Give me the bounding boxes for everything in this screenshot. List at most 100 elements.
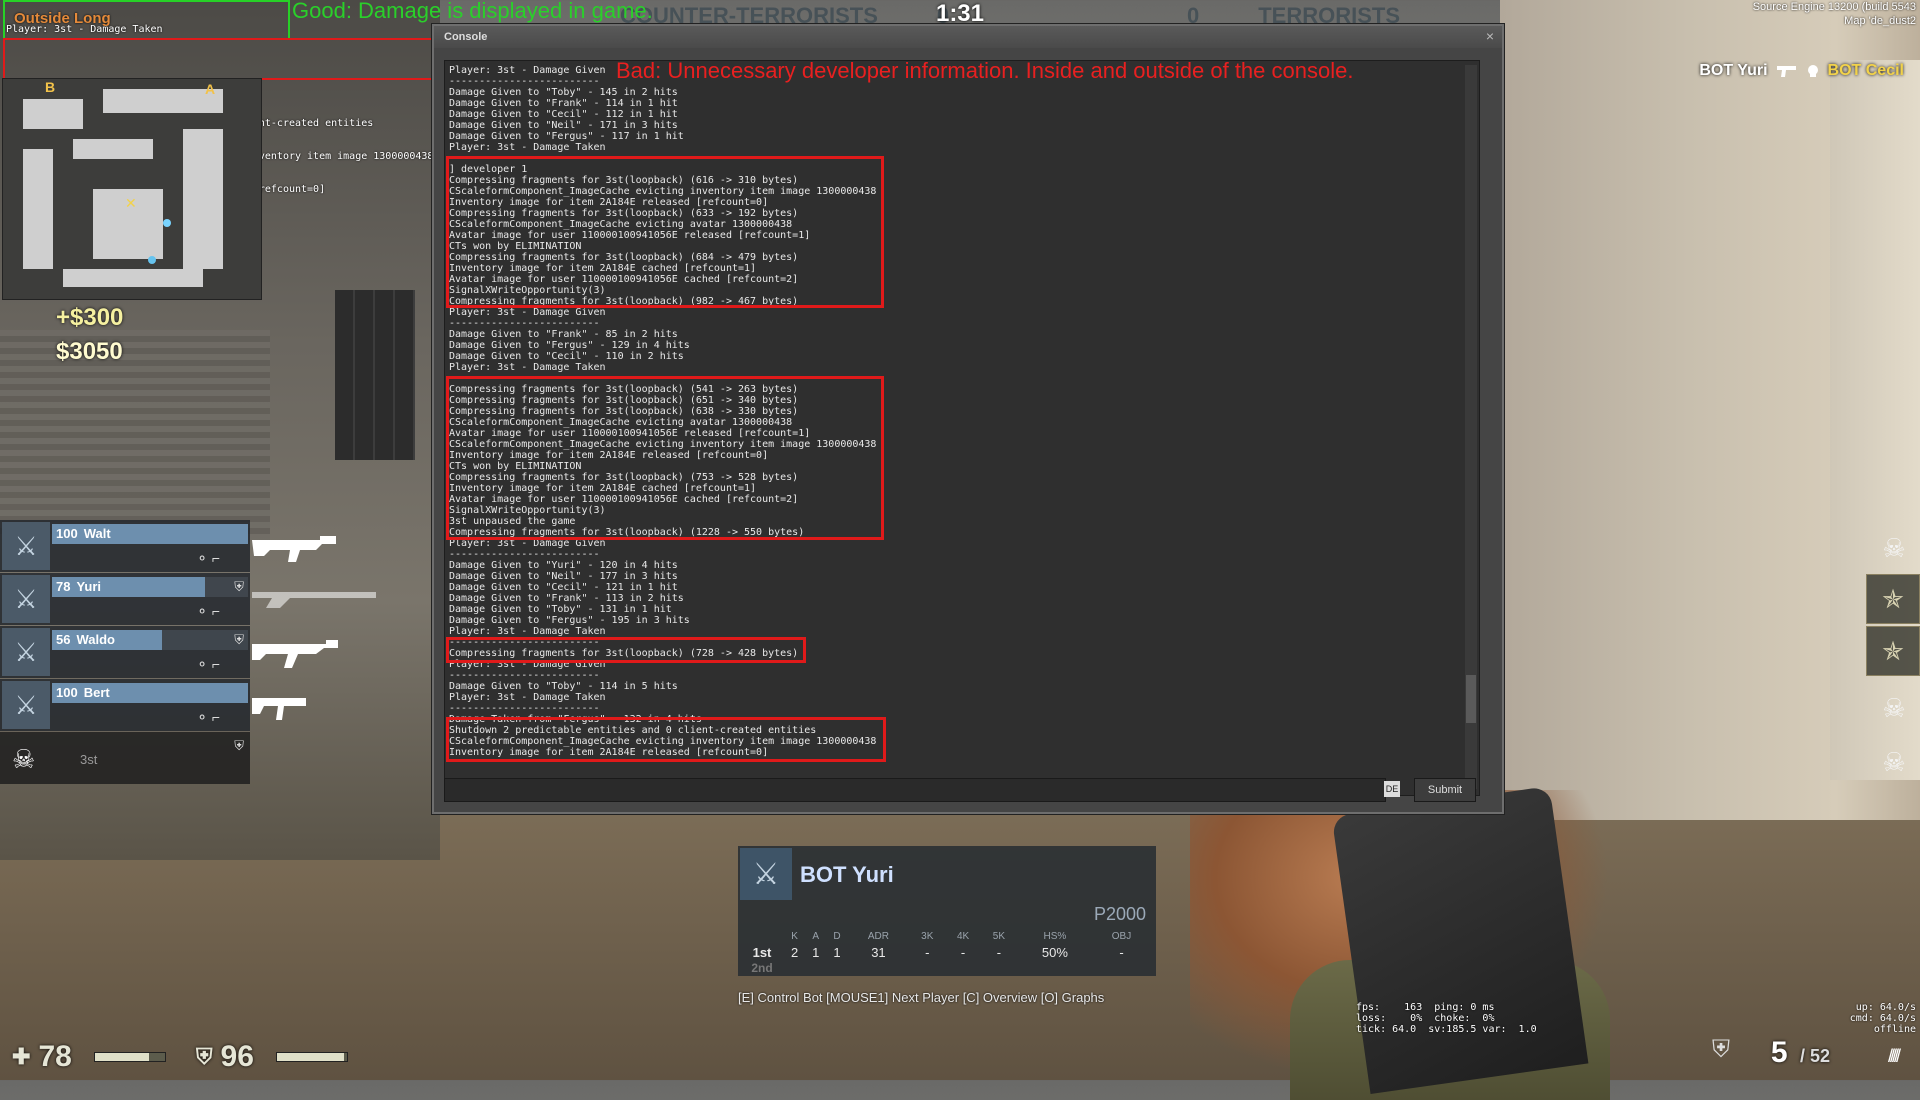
console-line: Damage Given to "Frank" - 113 in 2 hits (449, 593, 684, 604)
ammo-reserve: / 52 (1799, 1046, 1830, 1066)
engine-info: Source Engine 13200 (build 5543 Map 'de_… (1753, 0, 1916, 28)
stat-header: K (791, 930, 798, 942)
health-bar-fill (94, 1053, 150, 1061)
pistol-icon (1776, 66, 1796, 77)
health-value: 78 (38, 1040, 72, 1073)
teammate-name: Bert (83, 685, 110, 700)
console-command-input[interactable] (444, 778, 1386, 802)
teammate-name: Yuri (76, 579, 102, 594)
stat-value: - (925, 944, 930, 960)
annotation-bad: Bad: Unnecessary developer information. … (616, 58, 1354, 83)
skull-icon: ☠ (1882, 746, 1906, 777)
console-line: Damage Given to "Fergus" - 129 in 4 hits (449, 340, 690, 351)
rank-icon: ✯ (1866, 574, 1920, 624)
console-line: Damage Given to "Frank" - 114 in 1 hit (449, 98, 678, 109)
spectator-hints: [E] Control Bot [MOUSE1] Next Player [C]… (738, 990, 1105, 1005)
player-avatar: ⚔ (740, 848, 792, 900)
skull-icon: ☠ (1882, 532, 1906, 563)
scrollbar-thumb[interactable] (1466, 675, 1476, 723)
armor-bar-fill (276, 1053, 345, 1061)
rifle-icon (250, 528, 340, 564)
console-line: ------------------------- (449, 703, 600, 714)
teammate-row[interactable]: ⚔ 78 Yuri ⛨ ⚬ ⌐ (0, 573, 250, 625)
barred-window (335, 290, 415, 460)
stat-value: 1 (833, 944, 841, 960)
stat-header: HS% (1043, 930, 1067, 942)
console-line: Damage Given to "Toby" - 114 in 5 hits (449, 681, 678, 692)
shotgun-icon (250, 582, 380, 610)
teammate-hp: 78 (56, 579, 71, 594)
teammate-row[interactable]: ☠ 3st ⛨ (0, 732, 250, 784)
stat-header: 3K (921, 930, 934, 942)
console-line: Damage Given to "Fergus" - 195 in 3 hits (449, 615, 690, 626)
stat-header: A (812, 930, 820, 942)
teammate-name: Waldo (76, 632, 115, 647)
killfeed-killer: BOT Yuri (1699, 62, 1768, 79)
stat-value: 1 (812, 944, 820, 960)
bad-highlight-box-4 (446, 717, 886, 762)
ammo-clip: 5 (1770, 1036, 1788, 1069)
radar-site-a: A (205, 81, 216, 97)
armor-value: 96 (220, 1040, 254, 1073)
close-icon[interactable]: × (1486, 28, 1494, 44)
console-line: Player: 3st - Damage Taken (449, 142, 606, 153)
stat-header: ADR (867, 930, 889, 942)
console-line: Damage Given to "Neil" - 171 in 3 hits (449, 120, 678, 131)
engine-build: Source Engine 13200 (build 5543 (1752, 1, 1916, 13)
annotation-good: Good: Damage is displayed in game. (292, 0, 653, 23)
stat-value: - (960, 944, 966, 960)
console-line: ------------------------- (449, 670, 600, 681)
bad-highlight-box-3 (446, 637, 806, 663)
console-line: Damage Given to "Cecil" - 112 in 1 hit (449, 109, 678, 120)
stat-header: 4K (956, 930, 970, 942)
health-display: ✚ 78 (12, 1040, 166, 1074)
armor-icon: ⛨ (234, 632, 244, 647)
radar-minimap[interactable]: B A ✕ (2, 78, 262, 300)
console-line: Damage Given to "Fergus" - 117 in 1 hit (449, 131, 684, 142)
teammate-label: 56 Waldo (56, 632, 115, 647)
bad-highlight-box-2 (446, 376, 884, 540)
teammate-label: 100 Bert (56, 685, 110, 700)
team-list: ⚔ 100 Walt ⚬ ⌐ ⚔ 78 Yuri ⛨ ⚬ ⌐ ⚔ 56 Waldo ⛨ ⚬ ⌐ ⚔ 100 Be… (0, 520, 250, 785)
console-scrollbar[interactable] (1465, 65, 1477, 789)
console-line: Player: 3st - Damage Given (449, 307, 606, 318)
teammate-hp: 100 (56, 526, 78, 541)
teammate-label: 78 Yuri (56, 579, 101, 594)
stat-header: D (833, 930, 841, 942)
money-total: $3050 (56, 338, 123, 365)
pistol-icon: ⚬ ⌐ (196, 603, 220, 619)
skull-icon: ☠ (1882, 692, 1906, 723)
console-title[interactable]: Console (434, 26, 1502, 48)
stat-value: 2 (790, 944, 799, 960)
round-label-2: 2nd (751, 961, 773, 975)
console-line: Damage Given to "Toby" - 131 in 1 hit (449, 604, 672, 615)
health-cross-icon: ✚ (12, 1044, 31, 1069)
teammate-row[interactable]: ⚔ 100 Walt ⚬ ⌐ (0, 520, 250, 572)
headshot-icon (1807, 65, 1818, 77)
smg-icon (250, 690, 310, 726)
language-indicator: DE (1384, 781, 1400, 797)
console-line: Damage Given to "Neil" - 177 in 3 hits (449, 571, 678, 582)
net-graph-rates: up: 64.0/s cmd: 64.0/s offline (1849, 1002, 1916, 1035)
teammate-hp: 56 (56, 632, 71, 647)
submit-button[interactable]: Submit (1414, 778, 1476, 802)
teammate-label: 100 Walt (56, 526, 111, 541)
spectated-player-name: BOT Yuri (800, 862, 894, 887)
teammate-avatar: ⚔ (2, 628, 50, 676)
stat-value: - (1119, 944, 1124, 960)
console-line: ------------------------- (449, 318, 600, 329)
pistol-icon: ⚬ ⌐ (196, 709, 220, 725)
teammate-avatar: ⚔ (2, 575, 50, 623)
teammate-row[interactable]: ⚔ 56 Waldo ⛨ ⚬ ⌐ (0, 626, 250, 678)
rifle-icon (250, 634, 340, 670)
stat-value: 31 (871, 944, 886, 960)
armor-icon: ⛨ (234, 738, 244, 753)
console-line: Damage Given to "Cecil" - 110 in 2 hits (449, 351, 684, 362)
teammate-name: 3st (80, 752, 98, 767)
console-line: ------------------------- (449, 549, 600, 560)
spectator-stats-table: K A D ADR 3K 4K 5K HS% OBJ 1st 2 1 1 31- - -50% - 2nd (740, 928, 1150, 976)
spectator-panel: ⚔ BOT Yuri P2000 K A D ADR 3K 4K 5K HS% OBJ 1st 2… (738, 846, 1156, 976)
stat-header: 5K (992, 930, 1005, 942)
teammate-row[interactable]: ⚔ 100 Bert ⚬ ⌐ (0, 679, 250, 731)
bad-highlight-box-overlay (3, 38, 437, 80)
